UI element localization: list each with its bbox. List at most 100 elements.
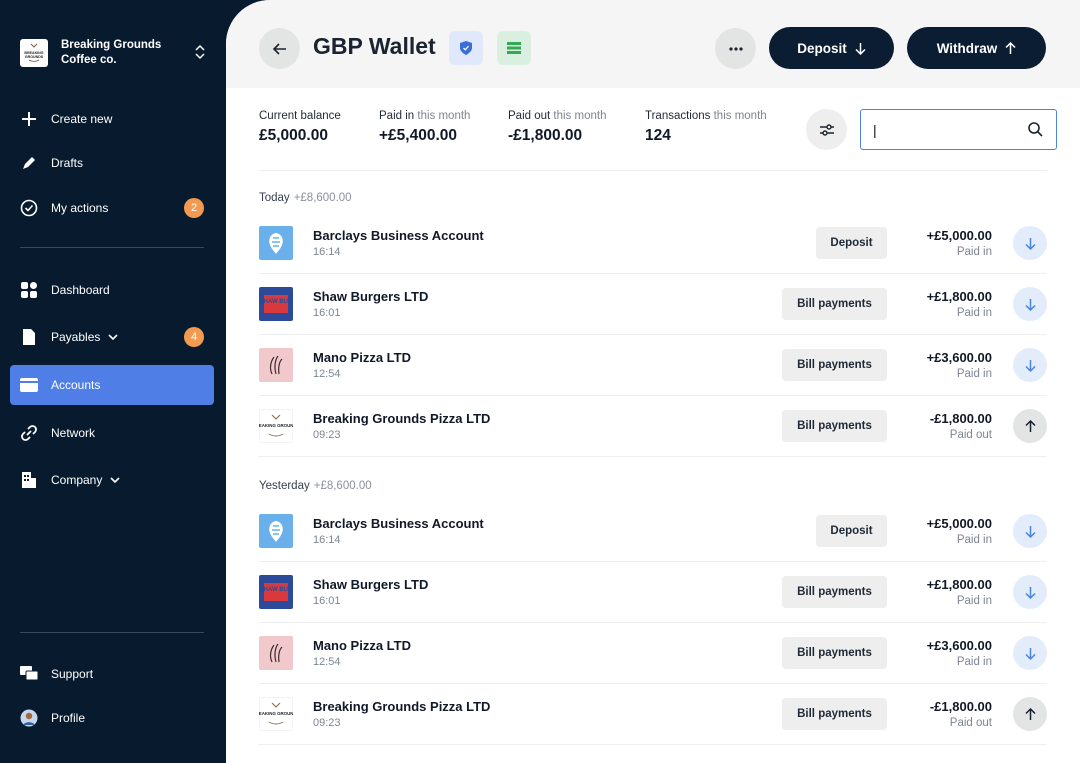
withdraw-button[interactable]: Withdraw: [907, 27, 1046, 69]
transaction-time: 16:14: [313, 534, 341, 546]
stat-label-suffix: this month: [713, 110, 767, 122]
sidebar-item-payables[interactable]: Payables 4: [10, 317, 214, 357]
merchant-logo: [259, 514, 293, 548]
transaction-amount: +£3,600.00: [926, 350, 992, 365]
category-tag[interactable]: Bill payments: [782, 698, 887, 730]
stat-value: 124: [645, 127, 671, 144]
arrow-up-icon[interactable]: [1013, 409, 1047, 443]
divider: [259, 170, 1047, 171]
arrow-down-icon[interactable]: [1013, 287, 1047, 321]
sidebar-item-company[interactable]: Company: [10, 460, 214, 500]
chevron-updown-icon[interactable]: [194, 44, 206, 65]
sidebar-item-create-new[interactable]: Create new: [10, 99, 214, 139]
transaction-time: 16:01: [313, 595, 341, 607]
category-tag[interactable]: Bill payments: [782, 288, 887, 320]
transaction-row[interactable]: SHAW BUR Shaw Burgers LTD 16:01 Bill paymen…: [259, 562, 1047, 623]
sidebar-item-dashboard[interactable]: Dashboard: [10, 270, 214, 310]
sliders-icon: [819, 123, 834, 136]
transaction-row[interactable]: Mano Pizza LTD 12:54 Bill payments +£3,600.…: [259, 623, 1047, 684]
building-icon: [20, 471, 38, 489]
arrow-up-icon[interactable]: [1013, 697, 1047, 731]
sidebar-item-label: Profile: [51, 711, 86, 725]
stat-paid-out: Paid out this month -£1,800.00: [508, 110, 606, 145]
stat-transactions: Transactions this month 124: [645, 110, 767, 145]
sidebar-item-network[interactable]: Network: [10, 413, 214, 453]
transaction-status: Paid in: [956, 656, 992, 668]
merchant-name: Shaw Burgers LTD: [313, 289, 429, 304]
sidebar-item-label: Payables: [51, 330, 101, 344]
merchant-logo: SHAW BUR: [259, 287, 293, 321]
category-tag[interactable]: Bill payments: [782, 410, 887, 442]
stat-label: Transactions: [645, 110, 711, 122]
search-box[interactable]: [860, 109, 1057, 150]
group-total: +£8,600.00: [293, 192, 352, 204]
arrow-down-icon[interactable]: [1013, 575, 1047, 609]
arrow-down-icon[interactable]: [1013, 636, 1047, 670]
ledger-icon[interactable]: [497, 31, 531, 65]
merchant-name: Shaw Burgers LTD: [313, 577, 429, 592]
sidebar-item-label: Accounts: [51, 378, 101, 392]
link-icon: [20, 424, 38, 442]
org-switcher[interactable]: BREAKING GROUNDS Breaking Grounds Coffee…: [20, 38, 210, 68]
sidebar: BREAKING GROUNDS Breaking Grounds Coffee…: [0, 0, 226, 763]
transaction-row[interactable]: Barclays Business Account 16:14 Deposit +£5…: [259, 501, 1047, 562]
arrow-down-icon[interactable]: [1013, 226, 1047, 260]
transaction-time: 12:54: [313, 368, 341, 380]
ellipsis-icon: [728, 46, 743, 51]
search-icon[interactable]: [1028, 122, 1043, 142]
sidebar-item-label: My actions: [51, 201, 109, 215]
transaction-time: 09:23: [313, 429, 341, 441]
arrow-down-icon[interactable]: [1013, 348, 1047, 382]
svg-text:GROUNDS: GROUNDS: [25, 55, 44, 59]
shield-icon[interactable]: [449, 31, 483, 65]
transaction-row[interactable]: BREAKING GROUNDS Breaking Grounds Pizza L…: [259, 684, 1047, 745]
transaction-row[interactable]: BREAKING GROUNDS Breaking Grounds Pizza L…: [259, 396, 1047, 457]
sidebar-item-drafts[interactable]: Drafts: [10, 143, 214, 183]
transaction-status: Paid in: [956, 307, 992, 319]
merchant-logo: [259, 636, 293, 670]
category-tag[interactable]: Bill payments: [782, 349, 887, 381]
stat-value: -£1,800.00: [508, 127, 583, 144]
sidebar-divider: [20, 632, 204, 633]
transaction-amount: +£5,000.00: [926, 228, 992, 243]
filter-button[interactable]: [806, 109, 847, 150]
sidebar-item-my-actions[interactable]: My actions 2: [10, 188, 214, 228]
deposit-button[interactable]: Deposit: [769, 27, 894, 69]
stat-label: Current balance: [259, 110, 341, 122]
transaction-amount: +£1,800.00: [926, 577, 992, 592]
back-button[interactable]: [259, 28, 300, 69]
transaction-row[interactable]: Mano Pizza LTD 12:54 Bill payments +£3,600.…: [259, 335, 1047, 396]
sidebar-item-support[interactable]: Support: [10, 654, 214, 694]
deposit-button-label: Deposit: [797, 40, 847, 56]
more-options-button[interactable]: [715, 28, 756, 69]
category-tag[interactable]: Bill payments: [782, 637, 887, 669]
transaction-time: 16:01: [313, 307, 341, 319]
sidebar-item-accounts[interactable]: Accounts: [10, 365, 214, 405]
stat-value: +£5,400.00: [379, 127, 458, 144]
count-badge: 2: [184, 198, 204, 218]
group-total: +£8,600.00: [313, 480, 372, 492]
category-tag[interactable]: Deposit: [816, 227, 887, 259]
transaction-status: Paid in: [956, 595, 992, 607]
svg-text:SHAW BUR: SHAW BUR: [260, 299, 293, 305]
avatar-icon: [20, 709, 38, 727]
arrow-down-icon[interactable]: [1013, 514, 1047, 548]
category-tag[interactable]: Bill payments: [782, 576, 887, 608]
category-tag[interactable]: Deposit: [816, 515, 887, 547]
arrow-left-icon: [272, 42, 286, 55]
pencil-icon: [20, 154, 38, 172]
transaction-time: 09:23: [313, 717, 341, 729]
transaction-amount: +£3,600.00: [926, 638, 992, 653]
transaction-row[interactable]: SHAW BUR Shaw Burgers LTD 16:01 Bill paymen…: [259, 274, 1047, 335]
count-badge: 4: [184, 327, 204, 347]
withdraw-button-label: Withdraw: [936, 40, 998, 56]
sidebar-divider: [20, 247, 204, 248]
svg-text:BREAKING GROUNDS: BREAKING GROUNDS: [259, 423, 293, 428]
transaction-status: Paid in: [956, 534, 992, 546]
merchant-logo: [259, 226, 293, 260]
transaction-row[interactable]: Barclays Business Account 16:14 Deposit +£5…: [259, 213, 1047, 274]
svg-text:SHAW BUR: SHAW BUR: [260, 587, 293, 593]
search-input[interactable]: [873, 121, 1023, 138]
sidebar-item-profile[interactable]: Profile: [10, 698, 214, 738]
transaction-status: Paid in: [956, 246, 992, 258]
